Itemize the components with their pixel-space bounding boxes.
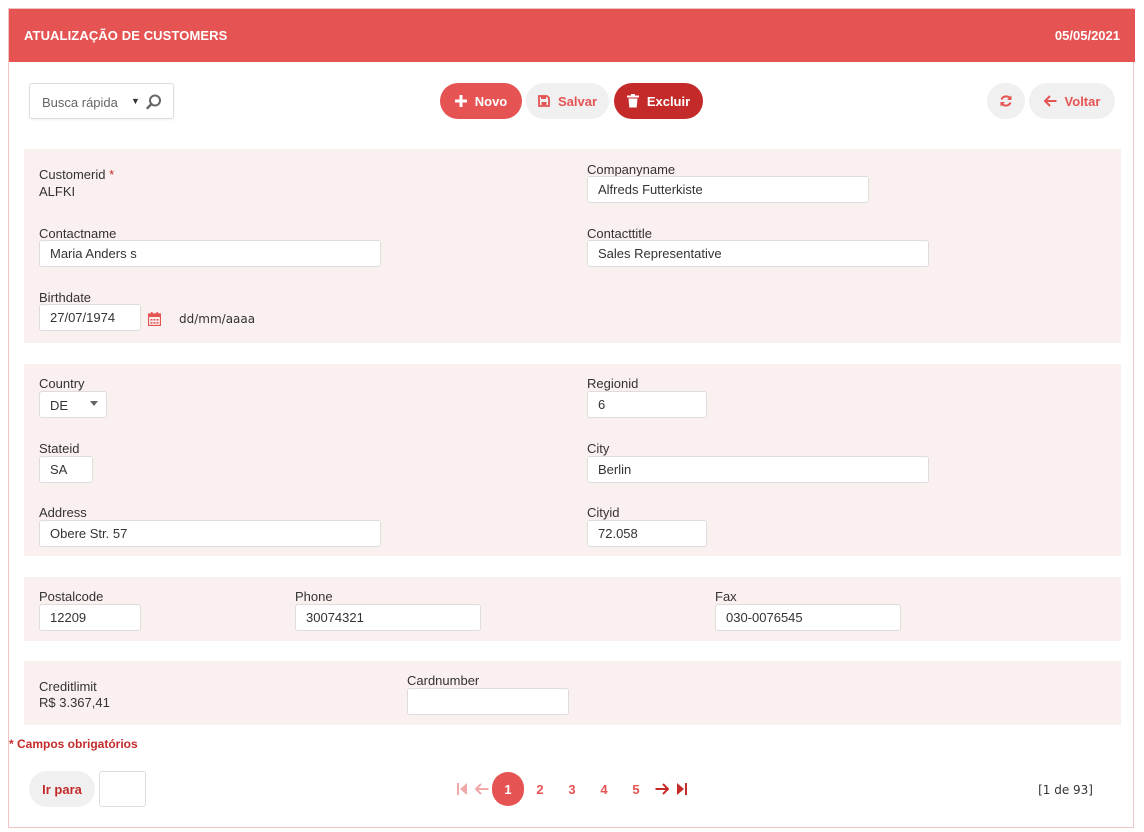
header-date: 05/05/2021: [1054, 28, 1120, 43]
cityid-label: Cityid: [587, 505, 620, 520]
contactname-label: Contactname: [39, 226, 117, 241]
creditlimit-value: R$ 3.367,41: [39, 695, 110, 710]
goto-page-input[interactable]: [99, 771, 146, 807]
title-bar: ATUALIZAÇÃO DE CUSTOMERS 05/05/2021: [9, 9, 1135, 62]
regionid-field[interactable]: 6: [587, 391, 707, 418]
quick-search-input[interactable]: Busca rápida ▼: [29, 83, 174, 119]
chevron-down-icon: [90, 401, 98, 406]
section-location: Country DE Regionid 6 Stateid SA City Be…: [24, 364, 1121, 556]
calendar-icon[interactable]: [148, 312, 161, 326]
page-4-button[interactable]: 4: [588, 772, 620, 806]
voltar-label: Voltar: [1064, 93, 1101, 109]
salvar-button[interactable]: Salvar: [526, 83, 609, 119]
first-page-icon[interactable]: [452, 772, 472, 806]
cardnumber-label: Cardnumber: [407, 673, 480, 688]
companyname-field[interactable]: Alfreds Futterkiste: [587, 176, 869, 203]
prev-page-icon[interactable]: [472, 772, 492, 806]
arrow-left-icon: [1043, 95, 1057, 107]
contactname-field[interactable]: Maria Anders s: [39, 240, 381, 267]
excluir-label: Excluir: [646, 93, 691, 109]
page-info: [1 de 93]: [1038, 783, 1093, 797]
postalcode-label: Postalcode: [39, 589, 104, 604]
excluir-button[interactable]: Excluir: [614, 83, 703, 119]
voltar-button[interactable]: Voltar: [1029, 83, 1115, 119]
pagination: 1 2 3 4 5: [440, 772, 704, 806]
save-icon: [538, 95, 550, 107]
cardnumber-field[interactable]: [407, 688, 569, 715]
postalcode-field[interactable]: 12209: [39, 604, 141, 631]
refresh-icon: [1000, 95, 1012, 107]
cityid-field[interactable]: 72.058: [587, 520, 707, 547]
country-selected-value: DE: [50, 398, 69, 413]
fax-field[interactable]: 030-0076545: [715, 604, 901, 631]
birthdate-format-hint: dd/mm/aaaa: [179, 312, 256, 326]
chevron-down-icon[interactable]: ▼: [131, 96, 140, 106]
next-page-icon[interactable]: [652, 772, 672, 806]
search-icon[interactable]: [145, 93, 163, 111]
birthdate-label: Birthdate: [39, 290, 92, 305]
phone-field[interactable]: 30074321: [295, 604, 481, 631]
stateid-label: Stateid: [39, 441, 80, 456]
companyname-label: Companyname: [587, 162, 676, 177]
address-label: Address: [39, 505, 87, 520]
stateid-field[interactable]: SA: [39, 456, 93, 483]
customerid-value: ALFKI: [39, 184, 76, 199]
birthdate-field[interactable]: 27/07/1974: [39, 304, 141, 331]
customerid-label: Customerid *: [39, 167, 115, 182]
section-credit: Creditlimit R$ 3.367,41 Cardnumber: [24, 661, 1121, 725]
fax-label: Fax: [715, 589, 737, 604]
creditlimit-label: Creditlimit: [39, 679, 97, 694]
page-title: ATUALIZAÇÃO DE CUSTOMERS: [24, 28, 228, 43]
last-page-icon[interactable]: [672, 772, 692, 806]
novo-label: Novo: [474, 93, 508, 109]
country-select[interactable]: DE: [39, 391, 107, 418]
ir-para-label: Ir para: [42, 781, 82, 797]
address-field[interactable]: Obere Str. 57: [39, 520, 381, 547]
country-label: Country: [39, 376, 85, 391]
refresh-button[interactable]: [987, 83, 1025, 119]
regionid-label: Regionid: [587, 376, 639, 391]
salvar-label: Salvar: [557, 93, 598, 109]
quick-search-placeholder: Busca rápida: [42, 95, 118, 110]
page-1-button[interactable]: 1: [492, 772, 524, 806]
phone-label: Phone: [295, 589, 333, 604]
section-contact: Postalcode 12209 Phone 30074321 Fax 030-…: [24, 577, 1121, 641]
contacttitle-label: Contacttitle: [587, 226, 653, 241]
window-frame: ATUALIZAÇÃO DE CUSTOMERS 05/05/2021 Busc…: [8, 8, 1135, 828]
city-field[interactable]: Berlin: [587, 456, 929, 483]
trash-icon: [626, 94, 639, 108]
page-2-button[interactable]: 2: [524, 772, 556, 806]
required-fields-note: * Campos obrigatórios: [9, 737, 138, 751]
page-5-button[interactable]: 5: [620, 772, 652, 806]
novo-button[interactable]: Novo: [440, 83, 522, 119]
city-label: City: [587, 441, 610, 456]
ir-para-button[interactable]: Ir para: [29, 771, 95, 807]
section-identification: Customerid * ALFKI Companyname Alfreds F…: [24, 149, 1121, 343]
plus-icon: [454, 95, 467, 107]
contacttitle-field[interactable]: Sales Representative: [587, 240, 929, 267]
page-3-button[interactable]: 3: [556, 772, 588, 806]
